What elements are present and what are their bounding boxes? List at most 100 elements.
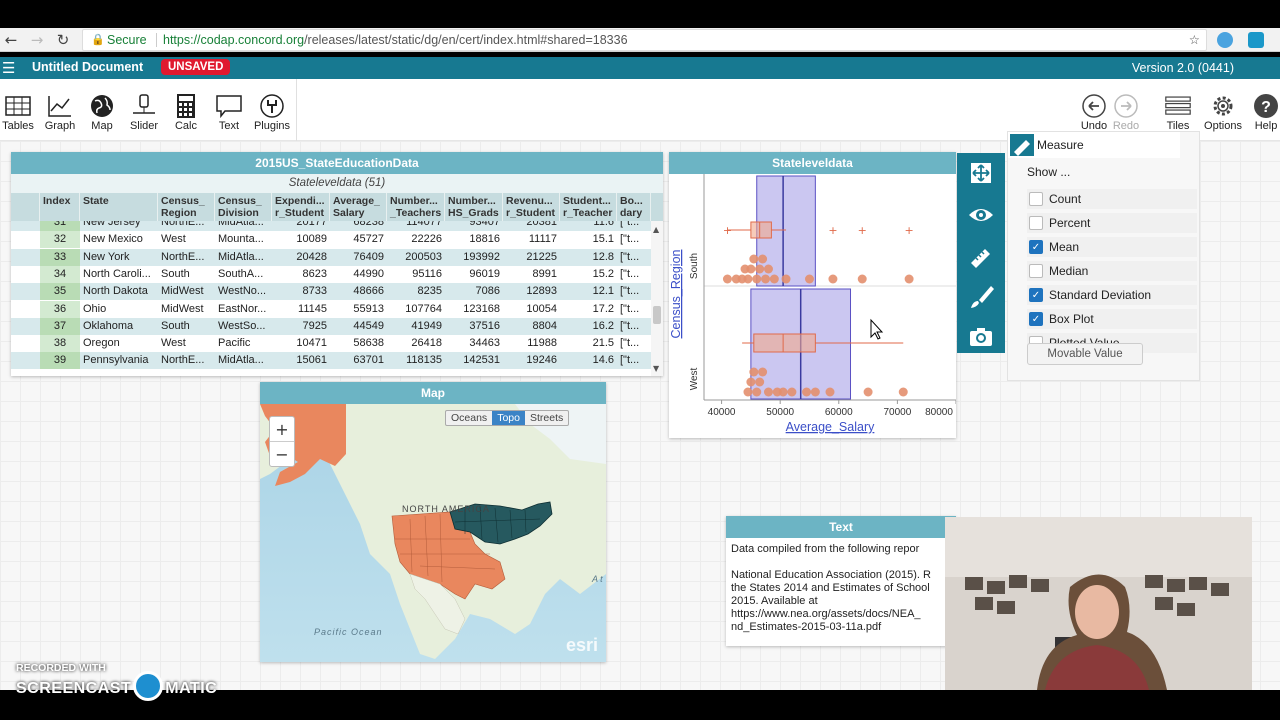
measure-option[interactable]: Percent [1027, 213, 1197, 233]
table-row[interactable]: 31 New Jersey NorthE... MidAtla... 20177 6823… [11, 221, 651, 231]
box-plot[interactable] [753, 333, 816, 353]
table-cell[interactable]: 26418 [387, 335, 445, 352]
table-cell[interactable]: 58638 [330, 335, 387, 352]
table-cell[interactable]: 118135 [387, 352, 445, 369]
slider-tool-button[interactable]: Slider [122, 93, 166, 137]
table-cell[interactable]: WestSo... [215, 318, 272, 335]
table-cell[interactable]: 15061 [272, 352, 330, 369]
table-cell[interactable]: 20381 [503, 221, 560, 231]
data-point[interactable] [758, 254, 768, 264]
table-cell[interactable]: 12.1 [560, 283, 617, 300]
table-cell[interactable]: ["t... [617, 335, 651, 352]
data-point[interactable] [898, 387, 908, 397]
column-header[interactable]: State [80, 193, 158, 221]
data-point[interactable] [749, 254, 759, 264]
table-cell[interactable]: West [158, 335, 215, 352]
data-point[interactable] [749, 367, 759, 377]
scroll-up-icon[interactable]: ▲ [653, 225, 659, 234]
tables-tool-button[interactable]: Tables [0, 93, 40, 137]
table-row[interactable]: 35 North Dakota MidWest WestNo... 8733 48666 8… [11, 283, 651, 301]
eye-icon[interactable] [967, 201, 995, 229]
table-row[interactable]: 39 Pennsylvania NorthE... MidAtla... 15061 63… [11, 352, 651, 370]
ruler-icon[interactable] [967, 243, 995, 271]
table-cell[interactable]: MidAtla... [215, 249, 272, 266]
extension-icon[interactable] [1217, 32, 1233, 48]
data-point[interactable] [804, 274, 814, 284]
data-point[interactable] [746, 264, 756, 274]
table-scrollbar[interactable]: ▲ ▼ [651, 221, 663, 376]
table-cell[interactable]: ["t... [617, 231, 651, 248]
table-cell[interactable]: 76409 [330, 249, 387, 266]
table-cell[interactable]: 18816 [445, 231, 503, 248]
data-point[interactable] [810, 387, 820, 397]
table-cell[interactable]: MidAtla... [215, 352, 272, 369]
table-cell[interactable]: MidAtla... [215, 221, 272, 231]
table-cell[interactable]: 20428 [272, 249, 330, 266]
graph-plot[interactable]: + + + + South West Census_Region 40000 50000 6000… [669, 174, 956, 438]
data-point[interactable] [763, 264, 773, 274]
table-cell[interactable]: 44990 [330, 266, 387, 283]
table-cell[interactable]: 22226 [387, 231, 445, 248]
data-point[interactable] [746, 377, 756, 387]
table-cell[interactable]: 15.1 [560, 231, 617, 248]
column-header[interactable]: Number... _Teachers [387, 193, 445, 221]
paintbrush-icon[interactable] [967, 283, 995, 311]
table-cell[interactable]: 7086 [445, 283, 503, 300]
graph-title[interactable]: Stateleveldata [669, 152, 956, 174]
table-cell[interactable]: 34463 [445, 335, 503, 352]
options-button[interactable]: Options [1199, 93, 1247, 137]
table-cell[interactable]: Oklahoma [80, 318, 158, 335]
box-plot[interactable] [750, 221, 772, 239]
checkbox-icon[interactable] [1029, 264, 1043, 278]
map-tool-button[interactable]: Map [80, 93, 124, 137]
column-header[interactable]: Index [40, 193, 80, 221]
table-cell[interactable]: 34 [40, 265, 80, 283]
table-cell[interactable]: MidWest [158, 283, 215, 300]
table-cell[interactable]: 21225 [503, 249, 560, 266]
column-header[interactable]: Census_ Region [158, 193, 215, 221]
table-cell[interactable]: Mounta... [215, 231, 272, 248]
column-header[interactable]: Bo... dary [617, 193, 651, 221]
table-cell[interactable]: ["t... [617, 318, 651, 335]
table-cell[interactable]: ["t... [617, 352, 651, 369]
table-cell[interactable]: South [158, 266, 215, 283]
table-cell[interactable]: 68238 [330, 221, 387, 231]
table-cell[interactable]: New Jersey [80, 221, 158, 231]
column-header[interactable]: Number... HS_Grads [445, 193, 503, 221]
table-cell[interactable]: 10054 [503, 301, 560, 318]
data-point[interactable] [758, 367, 768, 377]
zoom-out-button[interactable]: − [270, 442, 294, 467]
table-cell[interactable]: 35 [40, 283, 80, 301]
table-cell[interactable]: 36 [40, 300, 80, 318]
data-point[interactable] [752, 274, 762, 284]
table-cell[interactable]: 44549 [330, 318, 387, 335]
table-cell[interactable]: South [158, 318, 215, 335]
table-cell[interactable]: NorthE... [158, 221, 215, 231]
table-cell[interactable]: 39 [40, 352, 80, 370]
column-header[interactable]: Expendi... r_Student [272, 193, 330, 221]
table-cell[interactable]: 33 [40, 248, 80, 266]
data-point[interactable] [802, 387, 812, 397]
table-cell[interactable]: Oregon [80, 335, 158, 352]
column-header[interactable]: Census_ Division [215, 193, 272, 221]
table-cell[interactable]: 11.6 [560, 221, 617, 231]
data-point[interactable] [778, 387, 788, 397]
table-cell[interactable]: New Mexico [80, 231, 158, 248]
table-cell[interactable]: Pacific [215, 335, 272, 352]
measure-option[interactable]: Median [1027, 261, 1197, 281]
table-cell[interactable]: 45727 [330, 231, 387, 248]
table-row[interactable]: 38 Oregon West Pacific 10471 58638 26418 34463 1… [11, 335, 651, 353]
column-header[interactable]: Average_ Salary [330, 193, 387, 221]
checkbox-checked-icon[interactable]: ✓ [1029, 312, 1043, 326]
table-cell[interactable]: 38 [40, 335, 80, 353]
table-cell[interactable]: 37516 [445, 318, 503, 335]
table-cell[interactable]: North Dakota [80, 283, 158, 300]
layer-oceans-button[interactable]: Oceans [446, 411, 492, 425]
reload-icon[interactable]: ↻ [54, 31, 72, 49]
table-cell[interactable]: 10089 [272, 231, 330, 248]
x-axis-attribute-label[interactable]: Average_Salary [786, 420, 875, 434]
data-point[interactable] [828, 274, 838, 284]
table-cell[interactable]: 107764 [387, 301, 445, 318]
table-cell[interactable]: 8804 [503, 318, 560, 335]
checkbox-checked-icon[interactable]: ✓ [1029, 288, 1043, 302]
